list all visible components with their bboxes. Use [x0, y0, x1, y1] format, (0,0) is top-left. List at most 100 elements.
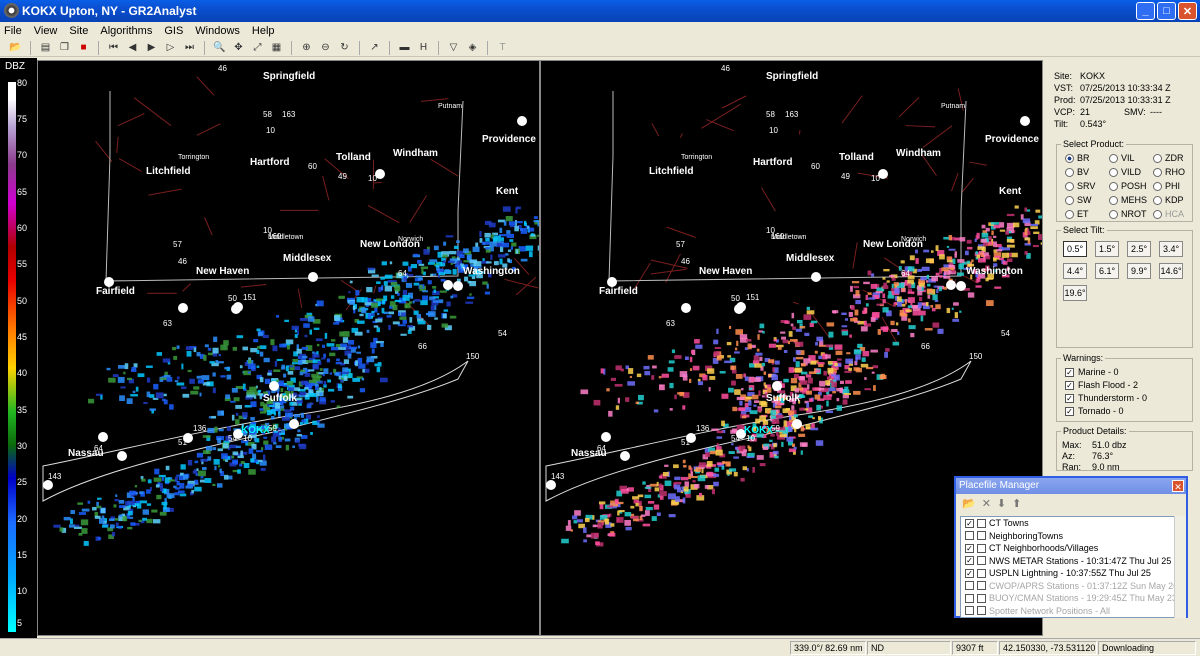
checkbox-icon[interactable] — [977, 606, 986, 616]
split-icon[interactable]: H — [416, 41, 431, 55]
settings-icon[interactable]: ◈ — [465, 41, 480, 55]
placefile-item[interactable]: ✓ CT Towns — [961, 517, 1179, 530]
checkbox-icon[interactable] — [977, 531, 986, 541]
checkbox-icon[interactable]: ✓ — [965, 543, 974, 553]
checkbox-icon[interactable]: ✓ — [965, 568, 974, 578]
placefile-manager-window[interactable]: Placefile Manager ✕ 📂 ✕ ⬇ ⬆ ✓ CT Towns Nei… — [954, 476, 1188, 618]
menu-help[interactable]: Help — [252, 25, 275, 37]
product-radio-phi[interactable]: PHI — [1153, 181, 1180, 191]
product-radio-vild[interactable]: VILD — [1109, 167, 1141, 177]
menu-windows[interactable]: Windows — [195, 25, 240, 37]
zoom-out-icon[interactable]: ⊖ — [318, 41, 333, 55]
product-radio-et[interactable]: ET — [1065, 209, 1089, 219]
refresh-icon[interactable]: ↻ — [337, 41, 352, 55]
menu-gis[interactable]: GIS — [164, 25, 183, 37]
product-radio-kdp[interactable]: KDP — [1153, 195, 1184, 205]
product-radio-zdr[interactable]: ZDR — [1153, 153, 1184, 163]
tilt-button[interactable]: 4.4° — [1063, 263, 1087, 279]
warning-marine[interactable]: ✓ Marine - 0 — [1065, 367, 1119, 377]
product-radio-hca[interactable]: HCA — [1153, 209, 1184, 219]
checkbox-icon[interactable] — [977, 518, 986, 528]
menu-algorithms[interactable]: Algorithms — [100, 25, 152, 37]
play-icon[interactable]: ▶ — [144, 41, 159, 55]
checkbox-icon[interactable]: ✓ — [965, 556, 974, 566]
next-frame-icon[interactable]: ▷ — [163, 41, 178, 55]
zoom-in-icon[interactable]: ⊕ — [299, 41, 314, 55]
product-radio-sw[interactable]: SW — [1065, 195, 1092, 205]
prev-frame-icon[interactable]: ◀ — [125, 41, 140, 55]
tilt-button[interactable]: 3.4° — [1159, 241, 1183, 257]
checkbox-icon[interactable] — [965, 593, 974, 603]
maximize-button[interactable]: □ — [1157, 2, 1176, 20]
placefile-item[interactable]: NeighboringTowns — [961, 530, 1179, 543]
zoom-icon[interactable]: 🔍 — [212, 41, 227, 55]
close-button[interactable]: ✕ — [1178, 2, 1197, 20]
copy-icon[interactable]: ❐ — [57, 41, 72, 55]
product-radio-nrot[interactable]: NROT — [1109, 209, 1147, 219]
first-frame-icon[interactable]: ⏮ — [106, 41, 121, 55]
close-icon[interactable]: ✕ — [1172, 480, 1184, 492]
move-up-icon[interactable]: ⬆ — [1012, 497, 1021, 510]
checkbox-icon[interactable] — [977, 556, 986, 566]
tilt-button[interactable]: 6.1° — [1095, 263, 1119, 279]
product-radio-srv[interactable]: SRV — [1065, 181, 1095, 191]
checkbox-icon[interactable] — [977, 568, 986, 578]
menu-file[interactable]: File — [4, 25, 22, 37]
placefile-manager-titlebar[interactable]: Placefile Manager ✕ — [956, 478, 1186, 494]
delete-icon[interactable]: ■ — [76, 41, 91, 55]
grid-icon[interactable]: ▦ — [269, 41, 284, 55]
checkbox-icon[interactable] — [965, 581, 974, 591]
tilt-button[interactable]: 9.9° — [1127, 263, 1151, 279]
product-radio-posh[interactable]: POSH — [1109, 181, 1147, 191]
product-radio-vil[interactable]: VIL — [1109, 153, 1135, 163]
sweep-icon[interactable]: ↗ — [367, 41, 382, 55]
checkbox-icon[interactable] — [965, 606, 974, 616]
placefile-scrollbar[interactable] — [1174, 516, 1186, 618]
placefile-item[interactable]: ✓ CT Neighborhoods/Villages — [961, 542, 1179, 555]
radio-icon — [1065, 167, 1074, 177]
checkbox-icon[interactable]: ✓ — [965, 518, 974, 528]
minimize-button[interactable]: _ — [1136, 2, 1155, 20]
product-radio-mehs[interactable]: MEHS — [1109, 195, 1147, 205]
checkbox-icon[interactable] — [977, 581, 986, 591]
last-frame-icon[interactable]: ⏭ — [182, 41, 197, 55]
radar-echo — [319, 397, 326, 402]
placefile-item[interactable]: ✓ USPLN Lightning - 10:37:55Z Thu Jul 25 — [961, 567, 1179, 580]
text-icon[interactable]: T — [495, 41, 510, 55]
radar-echo — [854, 309, 859, 316]
open-icon[interactable]: 📂 — [8, 41, 23, 55]
warning-thunderstorm[interactable]: ✓ Thunderstorm - 0 — [1065, 393, 1147, 403]
product-radio-rho[interactable]: RHO — [1153, 167, 1185, 177]
radar-map-left[interactable]: 46 58 163 10 60 49 10 57 46 10 160 150 64 54 50 63 151 66… — [37, 60, 540, 636]
warning-flash-flood[interactable]: ✓ Flash Flood - 2 — [1065, 380, 1138, 390]
delete-icon[interactable]: ✕ — [982, 497, 991, 510]
filter-icon[interactable]: ▽ — [446, 41, 461, 55]
move-down-icon[interactable]: ⬇ — [997, 497, 1006, 510]
tilt-button[interactable]: 2.5° — [1127, 241, 1151, 257]
checkbox-icon[interactable] — [965, 531, 974, 541]
menu-site[interactable]: Site — [69, 25, 88, 37]
tilt-button[interactable]: 1.5° — [1095, 241, 1119, 257]
radar-echo — [430, 273, 433, 276]
stop-icon[interactable]: ▬ — [397, 41, 412, 55]
menu-view[interactable]: View — [34, 25, 58, 37]
print-icon[interactable]: ▤ — [38, 41, 53, 55]
checkbox-icon[interactable] — [977, 543, 986, 553]
placefile-item[interactable]: ✓ NWS METAR Stations - 10:31:47Z Thu Jul … — [961, 555, 1179, 568]
product-radio-br[interactable]: BR — [1065, 153, 1090, 163]
tilt-button[interactable]: 0.5° — [1063, 241, 1087, 257]
placefile-item[interactable]: BUOY/CMAN Stations - 19:29:45Z Thu May 2… — [961, 592, 1179, 605]
placefile-item[interactable]: Spotter Network Positions - All — [961, 605, 1179, 618]
title-bar[interactable]: KOKX Upton, NY - GR2Analyst _ □ ✕ — [0, 0, 1200, 22]
placefile-item[interactable]: CWOP/APRS Stations - 01:37:12Z Sun May 2… — [961, 580, 1179, 593]
open-folder-icon[interactable]: 📂 — [962, 497, 976, 510]
tilt-button[interactable]: 14.6° — [1159, 263, 1183, 279]
warning-tornado[interactable]: ✓ Tornado - 0 — [1065, 406, 1124, 416]
placefile-list[interactable]: ✓ CT Towns NeighboringTowns ✓ CT Neighborhoo… — [960, 516, 1180, 618]
product-radio-bv[interactable]: BV — [1065, 167, 1089, 177]
checkbox-icon[interactable] — [977, 593, 986, 603]
tilt-button[interactable]: 19.6° — [1063, 285, 1087, 301]
measure-icon[interactable]: ⤢ — [250, 41, 265, 55]
radar-echo — [1040, 242, 1042, 245]
pan-icon[interactable]: ✥ — [231, 41, 246, 55]
